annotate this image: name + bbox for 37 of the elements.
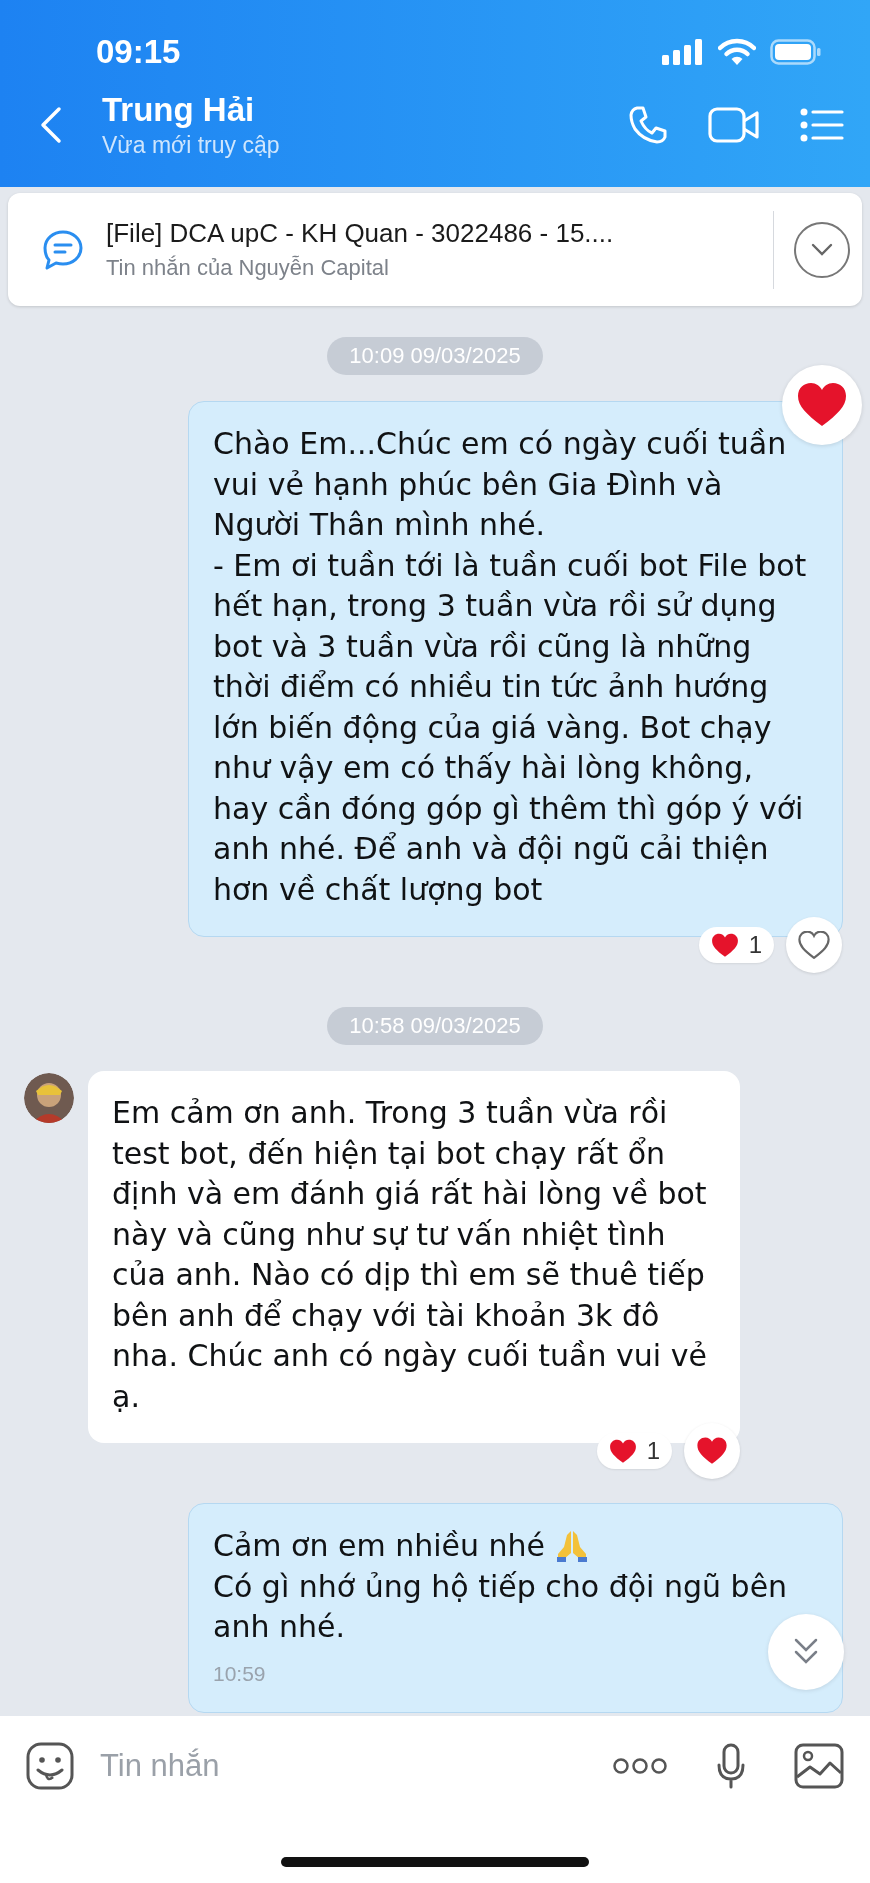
heart-button[interactable]: [684, 1423, 740, 1479]
back-button[interactable]: [40, 106, 62, 144]
menu-icon[interactable]: [800, 107, 844, 143]
heart-outline-button[interactable]: [786, 917, 842, 973]
heart-icon: [608, 1438, 637, 1464]
image-icon[interactable]: [794, 1743, 844, 1789]
pinned-title: [File] DCA upC - KH Quan - 3022486 - 15....: [106, 218, 615, 249]
date-label: 10:58 09/03/2025: [327, 1007, 543, 1045]
message-text: Em cảm ơn anh. Trong 3 tuần vừa rồi test bot, đến hiện tại bot chạy rất ổn định và em đánh giá rất hài lòng về bot này và cũng như sự tư vấn nhiệt tình của anh. Nào có dịp thì em sẽ thuê tiếp bên anh để chạy với tài khoản 3k đô nha. Chúc anh có ngày cuối tuần vui vẻ ạ.: [112, 1094, 708, 1416]
pinned-subtitle: Tin nhắn của Nguyễn Capital: [106, 255, 390, 281]
phone-icon[interactable]: [628, 105, 668, 145]
message-time: 10:59: [213, 1661, 266, 1686]
reaction-count[interactable]: 1: [698, 927, 774, 963]
wifi-icon: [718, 38, 756, 66]
contact-name: Trung Hải: [102, 90, 256, 130]
microphone-icon[interactable]: [716, 1743, 746, 1789]
sticker-icon[interactable]: [26, 1742, 74, 1790]
chevron-down-icon: [811, 242, 833, 257]
contact-status: Vừa mới truy cập: [102, 131, 281, 160]
message-input[interactable]: Tin nhắn: [98, 1747, 612, 1785]
pinned-message-card[interactable]: [File] DCA upC - KH Quan - 3022486 - 15.... Tin nhắn của Nguyễn Capital: [8, 193, 862, 306]
heart-icon: [798, 931, 830, 959]
date-label: 10:09 09/03/2025: [327, 337, 543, 375]
chat-bubble-icon: [42, 228, 84, 271]
clock-time: 09:15: [96, 33, 181, 71]
message-text: Chào Em...Chúc em có ngày cuối tuần vui vẻ hạnh phúc bên Gia Đình và Người Thân mình nhé. - Em ơi tuần tới là tuần cuối bot File bot hết hạn, trong 3 tuần vừa rồi sử dụng bot và 3 tuần vừa rồi cũng là những thời điểm có nhiều tin tức ảnh hướng lớn biến động của giá vàng. Bot chạy như vậy em có thấy hài lòng không, hay cần đóng góp gì thêm thì góp ý với anh nhé. Để anh và đội ngũ cải thiện hơn về chất lượng bot: [213, 425, 808, 909]
reaction-count[interactable]: 1: [596, 1433, 672, 1469]
avatar[interactable]: [24, 1073, 74, 1123]
signal-icon: [662, 39, 704, 65]
video-camera-icon[interactable]: [708, 106, 760, 144]
expand-button[interactable]: [794, 221, 850, 278]
heart-icon: [696, 1437, 728, 1465]
message-text: Có gì nhớ ủng hộ tiếp cho đội ngũ bên anh nhé.: [213, 1567, 789, 1646]
more-icon[interactable]: [612, 1757, 668, 1775]
battery-icon: [770, 39, 822, 65]
message-text: Cảm ơn em nhiều nhé: [213, 1527, 546, 1565]
heart-icon: [710, 932, 739, 958]
